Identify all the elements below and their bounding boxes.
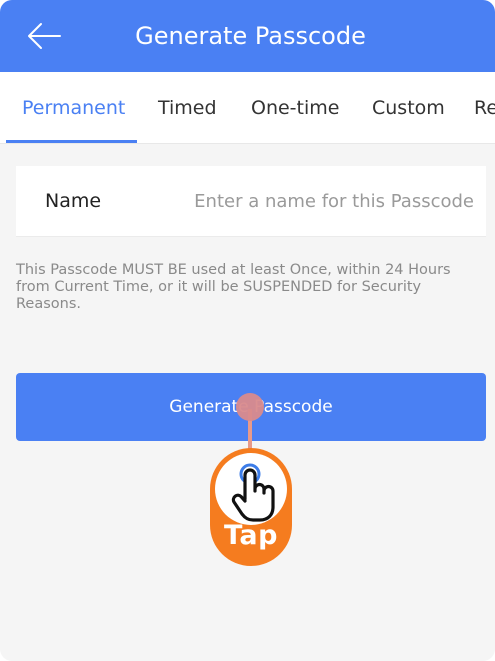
- name-label: Name: [45, 190, 102, 212]
- app-header: Generate Passcode: [0, 0, 495, 72]
- tab-one-time[interactable]: One-time: [251, 72, 339, 144]
- tab-recurring[interactable]: Re: [474, 72, 495, 144]
- name-row: Name: [16, 166, 486, 237]
- security-notice: This Passcode MUST BE used at least Once…: [16, 262, 451, 312]
- tap-target-dot: [236, 393, 264, 421]
- tap-hint-label: Tap: [224, 520, 278, 551]
- tab-divider: [0, 143, 495, 144]
- page-title: Generate Passcode: [135, 22, 366, 50]
- name-input[interactable]: [176, 178, 474, 224]
- hand-pointer-icon: [231, 463, 275, 522]
- tab-custom[interactable]: Custom: [372, 72, 445, 144]
- tab-permanent[interactable]: Permanent: [22, 72, 125, 144]
- tab-bar: Permanent Timed One-time Custom Re: [0, 72, 495, 144]
- app-screen: Generate Passcode Permanent Timed One-ti…: [0, 0, 495, 661]
- tab-timed[interactable]: Timed: [158, 72, 217, 144]
